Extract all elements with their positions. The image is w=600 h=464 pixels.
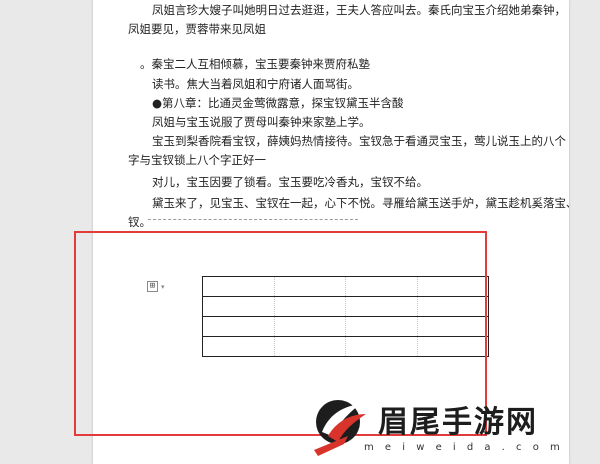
paragraph: 宝玉到梨香院看宝钗，薛姨妈热情接待。宝钗急于看通灵宝玉，莺儿说玉上的八个字与宝钗… [93, 133, 569, 171]
paragraph-line: 钗。 [128, 215, 151, 229]
paragraph: 。秦宝二人互相倾慕，宝玉要秦钟来贾府私塾 [93, 56, 569, 75]
watermark-title: 眉尾手游网 [378, 405, 538, 440]
paragraph: 凤姐言珍大嫂子叫她明日过去逛逛，王夫人答应叫去。秦氏向宝玉介绍她弟秦钟， 凤姐要见… [93, 2, 569, 40]
paragraph-line: 凤姐要见，贾蓉带来见凤姐 [128, 22, 266, 36]
paragraph: 凤姐与宝玉说服了贾母叫秦钟来家塾上学。 [93, 114, 569, 133]
paragraph-line: 字与宝钗锁上八个字正好一 [128, 153, 266, 167]
watermark-logo: 眉尾手游网 m e i w e i d a . c o m [308, 392, 600, 464]
watermark-url: m e i w e i d a . c o m [364, 442, 564, 453]
paragraph-line: 。秦宝二人互相倾慕，宝玉要秦钟来贾府私塾 [140, 57, 370, 71]
paragraph-line: 对儿，宝玉因要了锁看。宝玉要吃冷香丸，宝钗不给。 [152, 175, 428, 189]
paragraph: 黛玉来了，见宝玉、宝钗在一起，心下不悦。寻雁给黛玉送手炉，黛玉趁机奚落宝、 钗。 [93, 195, 569, 233]
paragraph-line: 黛玉来了，见宝玉、宝钗在一起，心下不悦。寻雁给黛玉送手炉，黛玉趁机奚落宝、 [152, 196, 569, 210]
section-separator [148, 219, 358, 220]
paragraph-line: 凤姐言珍大嫂子叫她明日过去逛逛，王夫人答应叫去。秦氏向宝玉介绍她弟秦钟， [152, 3, 566, 17]
paragraph: ●第八章：比通灵金莺微露意，探宝钗黛玉半含酸 [93, 95, 569, 114]
paragraph-line: 凤姐与宝玉说服了贾母叫秦钟来家塾上学。 [152, 115, 371, 129]
paragraph-line: 读书。焦大当着凤姐和宁府诸人面骂街。 [152, 77, 359, 91]
paragraph: 对儿，宝玉因要了锁看。宝玉要吃冷香丸，宝钗不给。 [93, 174, 569, 193]
paragraph: 读书。焦大当着凤姐和宁府诸人面骂街。 [93, 76, 569, 95]
paragraph-line: ●第八章：比通灵金莺微露意，探宝钗黛玉半含酸 [152, 96, 404, 110]
logo-mark-icon [314, 400, 366, 456]
paragraph-line: 宝玉到梨香院看宝钗，薛姨妈热情接待。宝钗急于看通灵宝玉，莺儿说玉上的八个 [152, 134, 566, 148]
